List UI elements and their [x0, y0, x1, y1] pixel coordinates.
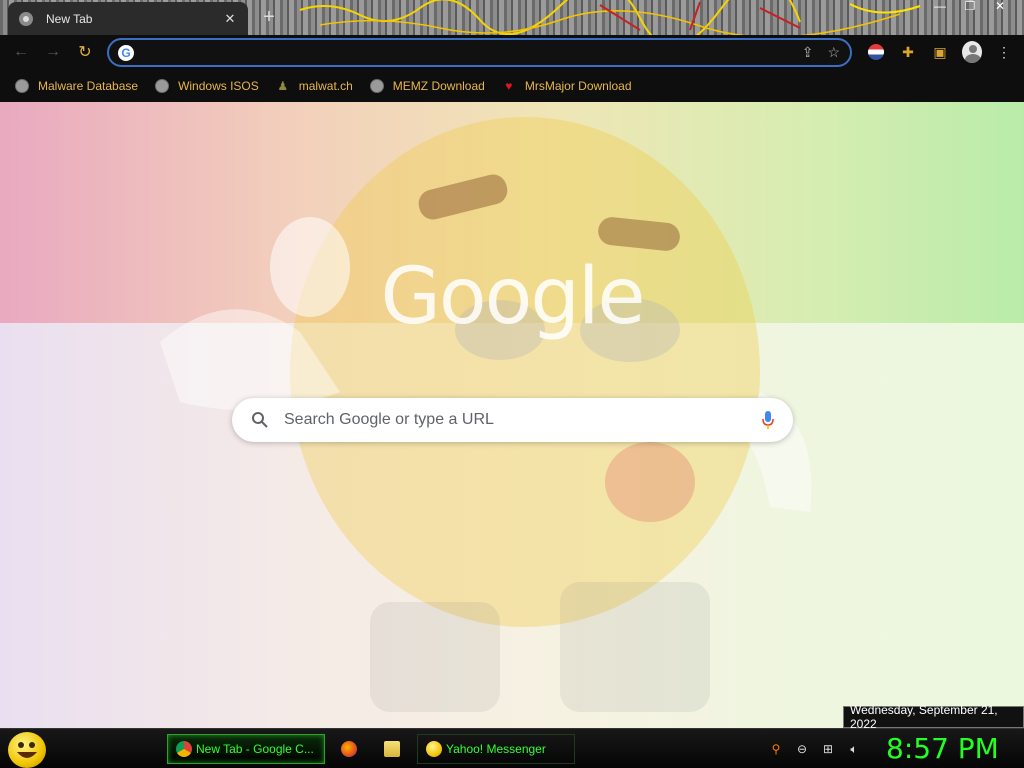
google-icon: G: [118, 44, 134, 61]
browser-toolbar: ← → ↻ G ⇪ ☆ ✚ ▣ ⋮: [0, 35, 1024, 69]
search-icon: [250, 410, 270, 430]
network-icon[interactable]: ⊞: [820, 741, 836, 757]
person-icon: ♟: [277, 78, 289, 93]
taskbar: New Tab - Google C... Yahoo! Messenger ⚲…: [0, 728, 1024, 768]
bookmark-label: MEMZ Download: [392, 78, 485, 93]
bookmark-label: Malware Database: [38, 78, 139, 93]
taskbar-button-label: Yahoo! Messenger: [446, 742, 546, 756]
reload-icon: ↻: [78, 44, 92, 61]
forward-button[interactable]: →: [42, 41, 64, 63]
volume-icon[interactable]: 🔈︎: [846, 741, 862, 757]
share-icon[interactable]: ⇪: [802, 44, 814, 61]
address-bar[interactable]: G ⇪ ☆: [107, 38, 852, 67]
globe-icon: [14, 78, 30, 94]
taskbar-clock[interactable]: 8:57 PM: [886, 732, 999, 765]
smiley-start-icon: [17, 742, 37, 758]
bookmark-label: malwat.ch: [298, 78, 353, 93]
profile-avatar-icon[interactable]: [962, 41, 982, 63]
google-logo: Google: [380, 252, 645, 342]
tab-strip: New Tab ✕ + — ❐ ✕: [0, 0, 1024, 35]
bookmark-malwatch[interactable]: ♟ malwat.ch: [275, 78, 353, 94]
side-panel-icon[interactable]: ▣: [930, 42, 950, 62]
bookmark-malware-database[interactable]: Malware Database: [14, 78, 138, 94]
system-tray: ⚲ ⊖ ⊞ 🔈︎: [768, 741, 862, 757]
taskbar-explorer-button[interactable]: [376, 734, 416, 764]
bookmark-memz-download[interactable]: MEMZ Download: [369, 78, 485, 94]
search-tray-icon[interactable]: ⚲: [768, 741, 784, 757]
bookmark-label: Windows ISOS: [178, 78, 259, 93]
start-button[interactable]: [8, 732, 46, 768]
forward-arrow-icon: →: [45, 43, 61, 60]
reload-button[interactable]: ↻: [74, 41, 96, 63]
taskbar-yahoo-messenger-button[interactable]: Yahoo! Messenger: [417, 734, 575, 764]
new-tab-button[interactable]: +: [258, 6, 280, 28]
ntp-search-box[interactable]: [232, 398, 793, 442]
folder-icon: [384, 741, 400, 757]
address-input[interactable]: [142, 44, 802, 61]
taskbar-firefox-button[interactable]: [333, 734, 373, 764]
extensions-puzzle-icon[interactable]: ✚: [898, 42, 918, 62]
chrome-tab-icon: [18, 11, 34, 27]
back-button[interactable]: ←: [10, 41, 32, 63]
menu-kebab-icon[interactable]: ⋮: [994, 42, 1014, 62]
back-arrow-icon: ←: [13, 43, 29, 60]
minimize-button[interactable]: —: [930, 0, 950, 14]
yahoo-smiley-icon: [426, 741, 442, 757]
chrome-icon: [176, 741, 192, 757]
firefox-icon: [341, 741, 357, 757]
flag-extension-icon[interactable]: [866, 42, 886, 62]
bookmark-mrsmajor-download[interactable]: ♥ MrsMajor Download: [501, 78, 632, 94]
ntp-search-input[interactable]: [284, 411, 761, 429]
taskbar-chrome-button[interactable]: New Tab - Google C...: [167, 734, 325, 764]
taskbar-button-label: New Tab - Google C...: [196, 742, 314, 756]
status-tray-icon[interactable]: ⊖: [794, 741, 810, 757]
maximize-button[interactable]: ❐: [960, 0, 980, 14]
date-tooltip: Wednesday, September 21, 2022: [843, 703, 1024, 731]
bookmark-label: MrsMajor Download: [524, 78, 632, 93]
tab-close-icon[interactable]: ✕: [222, 11, 238, 27]
close-window-button[interactable]: ✕: [990, 0, 1010, 14]
bookmark-star-icon[interactable]: ☆: [827, 44, 840, 61]
globe-icon: [369, 78, 385, 94]
bookmarks-bar: Malware Database Windows ISOS ♟ malwat.c…: [0, 69, 1024, 102]
tab-title: New Tab: [46, 11, 93, 26]
new-tab-page: Google: [0, 102, 1024, 728]
bookmark-windows-isos[interactable]: Windows ISOS: [154, 78, 259, 94]
window-controls: — ❐ ✕: [930, 0, 1010, 14]
tab-new-tab[interactable]: New Tab ✕: [8, 2, 248, 35]
globe-icon: [154, 78, 170, 94]
heart-icon: ♥: [505, 78, 513, 93]
microphone-icon[interactable]: [761, 410, 775, 430]
